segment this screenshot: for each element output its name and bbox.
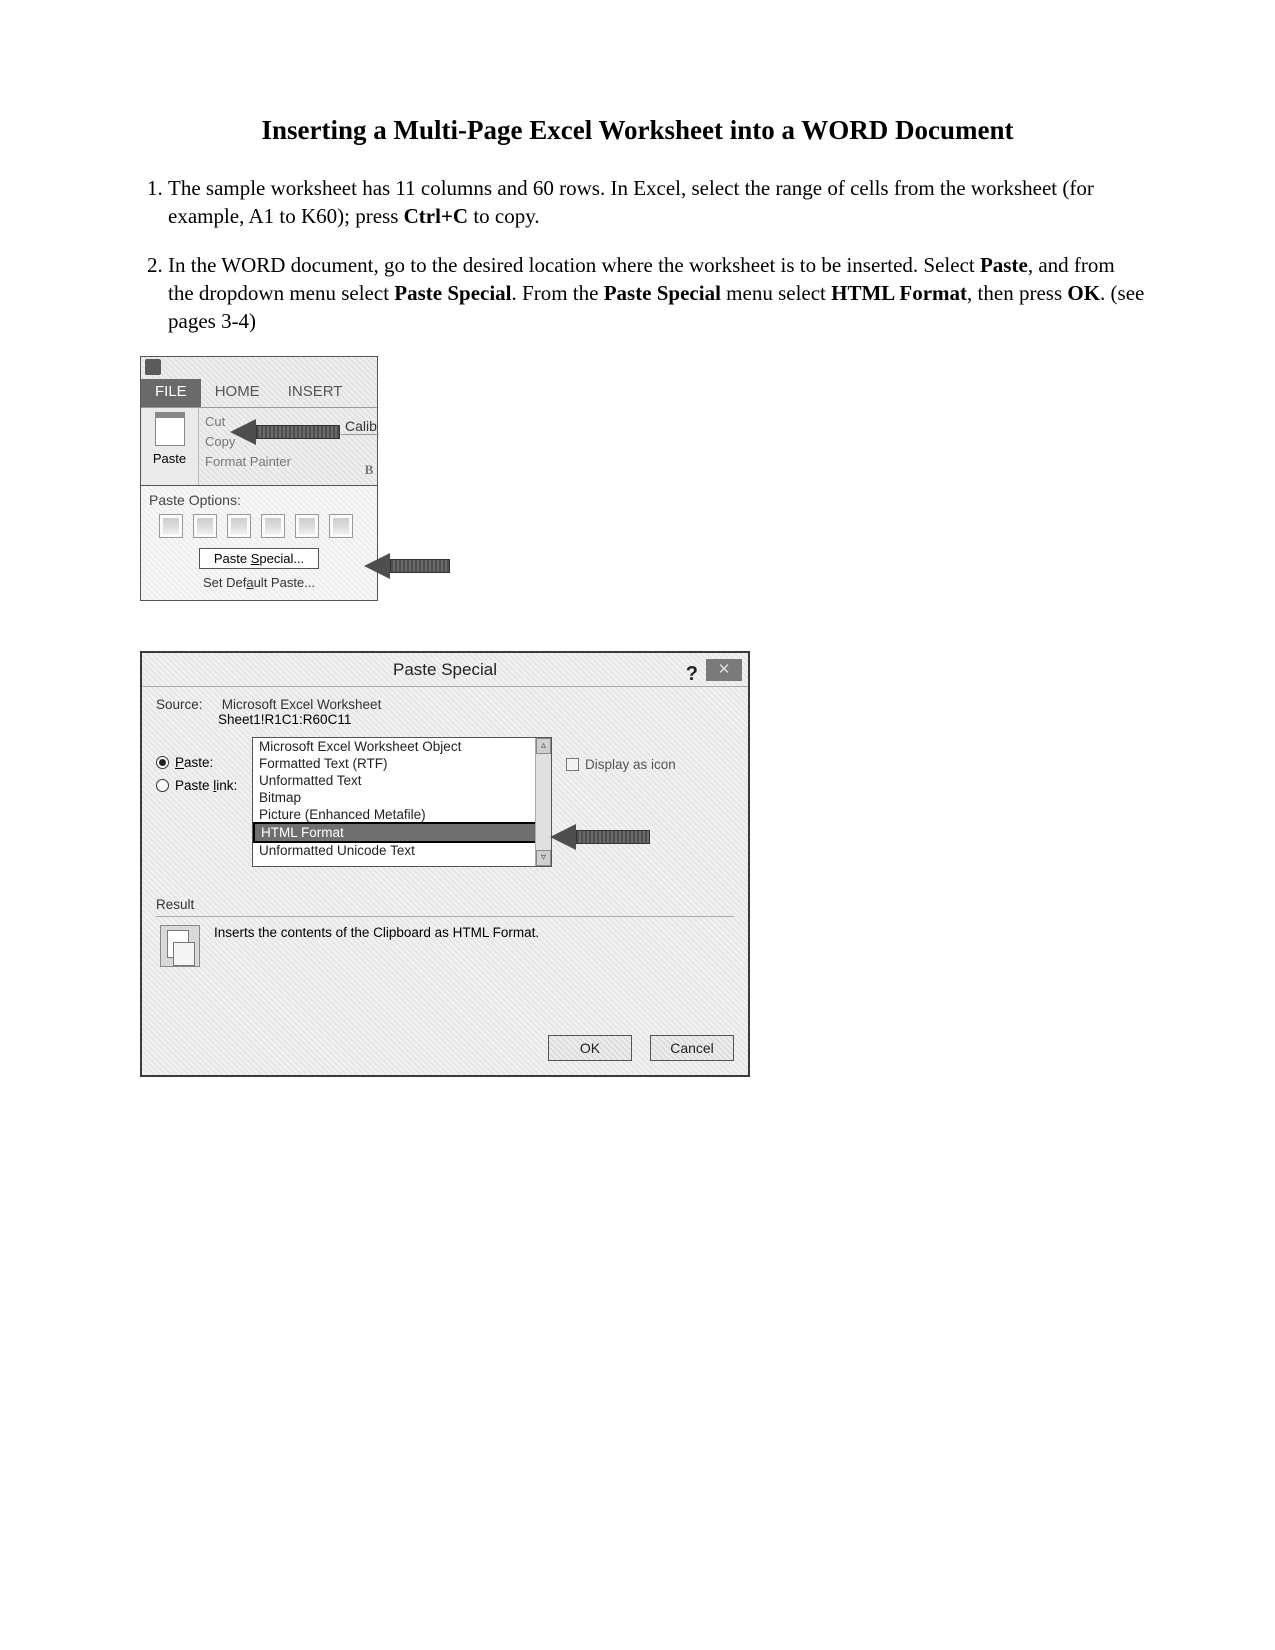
- radio-icon: [156, 756, 169, 769]
- window-icon-row: [141, 357, 377, 379]
- paste-mode-radios: Paste: Paste link:: [156, 755, 237, 801]
- tab-insert[interactable]: INSERT: [274, 379, 357, 407]
- step-2-text-e: . From the: [512, 281, 604, 305]
- result-section: Result Inserts the contents of the Clipb…: [156, 897, 734, 1007]
- clipboard-icon: [155, 412, 185, 446]
- sdp-u: a: [246, 575, 253, 590]
- step-2-text-i: , then press: [967, 281, 1067, 305]
- result-box: Inserts the contents of the Clipboard as…: [156, 916, 734, 1007]
- page-title: Inserting a Multi-Page Excel Worksheet i…: [130, 115, 1145, 146]
- list-item[interactable]: Bitmap: [253, 789, 551, 806]
- set-default-paste-menuitem[interactable]: Set Default Paste...: [149, 575, 369, 590]
- close-button[interactable]: ✕: [706, 659, 742, 681]
- source-line2: Sheet1!R1C1:R60C11: [218, 712, 734, 727]
- format-painter-button[interactable]: Format Painter: [205, 452, 371, 472]
- step-2-bold-ok: OK: [1067, 281, 1100, 305]
- sdp-pre: Set Def: [203, 575, 246, 590]
- list-item[interactable]: Unformatted Text: [253, 772, 551, 789]
- ps-post: pecial...: [259, 551, 304, 566]
- step-2-bold-paste: Paste: [980, 253, 1028, 277]
- source-label: Source:: [156, 697, 218, 712]
- radio-link-pre: Paste: [175, 778, 213, 793]
- paste-button[interactable]: Paste: [141, 408, 199, 485]
- paste-option-icon-2[interactable]: [193, 514, 217, 538]
- list-item[interactable]: Formatted Text (RTF): [253, 755, 551, 772]
- display-as-icon-checkbox[interactable]: Display as icon: [566, 757, 676, 772]
- scroll-up-icon[interactable]: ▵: [536, 738, 551, 754]
- list-item-selected[interactable]: HTML Format: [253, 822, 551, 843]
- callout-arrow-icon: [550, 825, 650, 849]
- source-row: Source: Microsoft Excel Worksheet: [156, 697, 734, 712]
- scroll-down-icon[interactable]: ▿: [536, 850, 551, 866]
- listbox-scrollbar[interactable]: ▵ ▿: [535, 738, 551, 866]
- checkbox-icon: [566, 758, 579, 771]
- dialog-title-text: Paste Special: [393, 660, 497, 679]
- radio-paste-u: P: [175, 755, 184, 770]
- step-2-bold-ps2: Paste Special: [604, 281, 721, 305]
- ok-button[interactable]: OK: [548, 1035, 632, 1061]
- ribbon-clipboard-group: Paste Cut Copy Format Painter Calib B: [141, 407, 377, 485]
- step-2-text-g: menu select: [721, 281, 831, 305]
- paste-option-icons: [159, 514, 369, 538]
- word-app-icon: [145, 359, 161, 375]
- instruction-list: The sample worksheet has 11 columns and …: [130, 174, 1145, 336]
- paste-option-icon-4[interactable]: [261, 514, 285, 538]
- clipboard-page-icon: [160, 925, 200, 967]
- font-name-box[interactable]: Calib: [341, 418, 379, 435]
- display-as-icon-label: Display as icon: [585, 757, 676, 772]
- paste-special-menuitem[interactable]: Paste Special...: [199, 548, 319, 569]
- paste-option-icon-6[interactable]: [329, 514, 353, 538]
- step-2-text-a: In the WORD document, go to the desired …: [168, 253, 980, 277]
- paste-special-dialog: Paste Special ? ✕ Source: Microsoft Exce…: [140, 651, 750, 1077]
- radio-paste-link[interactable]: Paste link:: [156, 778, 237, 793]
- step-1-text-a: The sample worksheet has 11 columns and …: [168, 176, 1094, 228]
- dialog-titlebar: Paste Special ? ✕: [142, 653, 748, 687]
- screenshot-word-ribbon: FILE HOME INSERT Paste Cut Copy Format P…: [140, 356, 400, 601]
- step-1: The sample worksheet has 11 columns and …: [168, 174, 1145, 231]
- dialog-buttons: OK Cancel: [156, 1035, 734, 1061]
- help-button[interactable]: ?: [686, 657, 698, 691]
- radio-paste-post: aste:: [184, 755, 213, 770]
- paste-label: Paste: [141, 451, 198, 466]
- ribbon-tabs: FILE HOME INSERT: [141, 379, 377, 407]
- sdp-post: ult Paste...: [254, 575, 315, 590]
- callout-arrow-icon: [230, 420, 340, 444]
- list-item[interactable]: Unformatted Unicode Text: [253, 842, 551, 859]
- tab-file[interactable]: FILE: [141, 379, 201, 407]
- screenshot-paste-special-dialog: Paste Special ? ✕ Source: Microsoft Exce…: [140, 651, 750, 1077]
- step-2-bold-html: HTML Format: [831, 281, 967, 305]
- paste-option-icon-5[interactable]: [295, 514, 319, 538]
- list-item[interactable]: Picture (Enhanced Metafile): [253, 806, 551, 823]
- radio-link-post: ink:: [216, 778, 237, 793]
- list-item[interactable]: Microsoft Excel Worksheet Object: [253, 738, 551, 755]
- bold-button[interactable]: B: [359, 462, 379, 478]
- source-line1: Microsoft Excel Worksheet: [222, 697, 382, 712]
- radio-paste[interactable]: Paste:: [156, 755, 237, 770]
- paste-options-header: Paste Options:: [149, 492, 369, 508]
- result-text: Inserts the contents of the Clipboard as…: [214, 925, 539, 940]
- paste-option-icon-1[interactable]: [159, 514, 183, 538]
- callout-arrow-icon: [364, 554, 450, 578]
- ps-pre: Paste: [214, 551, 251, 566]
- result-label: Result: [156, 897, 734, 912]
- paste-dropdown: Paste Options: Paste Special... Set Defa…: [140, 486, 378, 601]
- format-listbox[interactable]: Microsoft Excel Worksheet Object Formatt…: [252, 737, 552, 867]
- dialog-body: Source: Microsoft Excel Worksheet Sheet1…: [142, 687, 748, 1075]
- step-1-text-c: to copy.: [468, 204, 540, 228]
- paste-option-icon-3[interactable]: [227, 514, 251, 538]
- tab-home[interactable]: HOME: [201, 379, 274, 407]
- step-2: In the WORD document, go to the desired …: [168, 251, 1145, 336]
- radio-icon: [156, 779, 169, 792]
- cancel-button[interactable]: Cancel: [650, 1035, 734, 1061]
- step-1-shortcut: Ctrl+C: [404, 204, 468, 228]
- step-2-bold-ps1: Paste Special: [394, 281, 511, 305]
